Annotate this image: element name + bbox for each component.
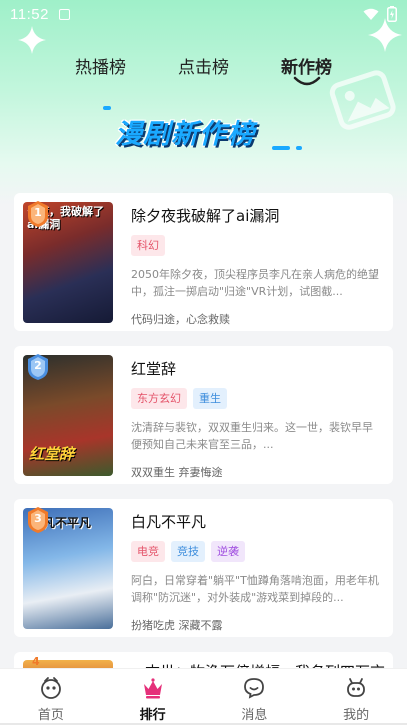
tab-new[interactable]: 新作榜 — [281, 50, 332, 90]
genre-tag: 竞技 — [171, 541, 205, 562]
nav-home[interactable]: 首页 — [0, 669, 102, 725]
cover-text: 红堂辞 — [29, 445, 75, 463]
list-item[interactable]: 凡不平凡 3 白凡不平凡 电竞 竞技 逆袭 阿白，日常穿着"躺平"T恤蹲角落啃泡… — [14, 499, 393, 637]
tab-indicator-icon — [293, 76, 320, 86]
banner-underline-icon — [272, 146, 302, 150]
item-description: 沈清辞与裴钦，双双重生归来。这一世，裴钦早早便预知自己未来官至三品，... — [131, 421, 373, 451]
tab-clicks[interactable]: 点击榜 — [178, 50, 229, 90]
crown-icon — [143, 678, 162, 699]
home-icon — [40, 677, 61, 699]
cover-text: 凡不平凡 — [43, 516, 92, 530]
nav-messages[interactable]: 消息 — [204, 669, 306, 725]
genre-tag: 电竞 — [131, 541, 165, 562]
item-info: 白凡不平凡 电竞 竞技 逆袭 阿白，日常穿着"躺平"T恤蹲角落啃泡面，用老年机调… — [131, 508, 383, 632]
genre-tag: 逆袭 — [211, 541, 245, 562]
notification-icon — [58, 8, 70, 20]
item-description: 2050年除夕夜，顶尖程序员李凡在亲人病危的绝望中，孤注一掷启动"归途"VR计划… — [131, 268, 379, 298]
hero-header: 11:52 热播榜 点击榜 新作榜 漫剧新作榜 — [0, 0, 407, 205]
nav-home-label: 首页 — [37, 708, 64, 723]
tag-list: 电竞 竞技 逆袭 — [131, 541, 383, 562]
nav-profile[interactable]: 我的 — [305, 669, 407, 725]
item-info: 红堂辞 东方玄幻 重生 沈清辞与裴钦，双双重生归来。这一世，裴钦早早便预知自己未… — [131, 355, 383, 479]
tab-hot[interactable]: 热播榜 — [75, 50, 126, 90]
nav-ranking[interactable]: 排行 — [102, 669, 204, 725]
rank-number: 3 — [34, 512, 42, 525]
rank-number: 4 — [32, 655, 40, 668]
tab-new-label: 新作榜 — [281, 58, 332, 78]
nav-messages-label: 消息 — [241, 708, 268, 723]
banner-dash-icon — [103, 106, 111, 110]
item-subtitle: 双双重生 弃妻悔途 — [131, 466, 223, 479]
item-title: 白凡不平凡 — [131, 513, 207, 531]
item-subtitle: 代码归途，心念救赎 — [131, 313, 230, 326]
tag-list: 东方玄幻 重生 — [131, 388, 383, 409]
nav-profile-label: 我的 — [343, 708, 370, 723]
status-bar: 11:52 — [0, 0, 407, 28]
ranking-tabs: 热播榜 点击榜 新作榜 — [0, 50, 407, 90]
rank-number: 2 — [34, 359, 42, 372]
banner-title: 漫剧新作榜 — [115, 119, 255, 150]
sparkle-icon — [368, 18, 402, 52]
profile-icon — [347, 678, 366, 697]
message-icon — [244, 678, 265, 699]
item-info: 除夕夜我破解了ai漏洞 科幻 2050年除夕夜，顶尖程序员李凡在亲人病危的绝望中… — [131, 202, 383, 326]
item-description: 阿白，日常穿着"躺平"T恤蹲角落啃泡面，用老年机调称"防沉迷"，对外装成"游戏菜… — [131, 574, 379, 604]
tag-list: 科幻 — [131, 235, 383, 256]
status-time: 11:52 — [10, 5, 49, 23]
nav-ranking-label: 排行 — [139, 708, 166, 723]
ranking-list: 夕夜，我破解了ai漏洞 1 除夕夜我破解了ai漏洞 科幻 2050年除夕夜，顶尖… — [14, 193, 393, 652]
item-subtitle: 扮猪吃虎 深藏不露 — [131, 619, 223, 632]
genre-tag: 科幻 — [131, 235, 165, 256]
item-title: 红堂辞 — [131, 360, 177, 378]
list-item[interactable]: 红堂辞 2 红堂辞 东方玄幻 重生 沈清辞与裴钦，双双重生归来。这一世，裴钦早早… — [14, 346, 393, 484]
list-item[interactable]: 夕夜，我破解了ai漏洞 1 除夕夜我破解了ai漏洞 科幻 2050年除夕夜，顶尖… — [14, 193, 393, 331]
genre-tag: 重生 — [193, 388, 227, 409]
item-title: 除夕夜我破解了ai漏洞 — [131, 207, 280, 225]
bottom-nav: 首页 排行 消息 我的 — [0, 668, 407, 725]
rank-number: 1 — [34, 206, 42, 219]
genre-tag: 东方玄幻 — [131, 388, 187, 409]
